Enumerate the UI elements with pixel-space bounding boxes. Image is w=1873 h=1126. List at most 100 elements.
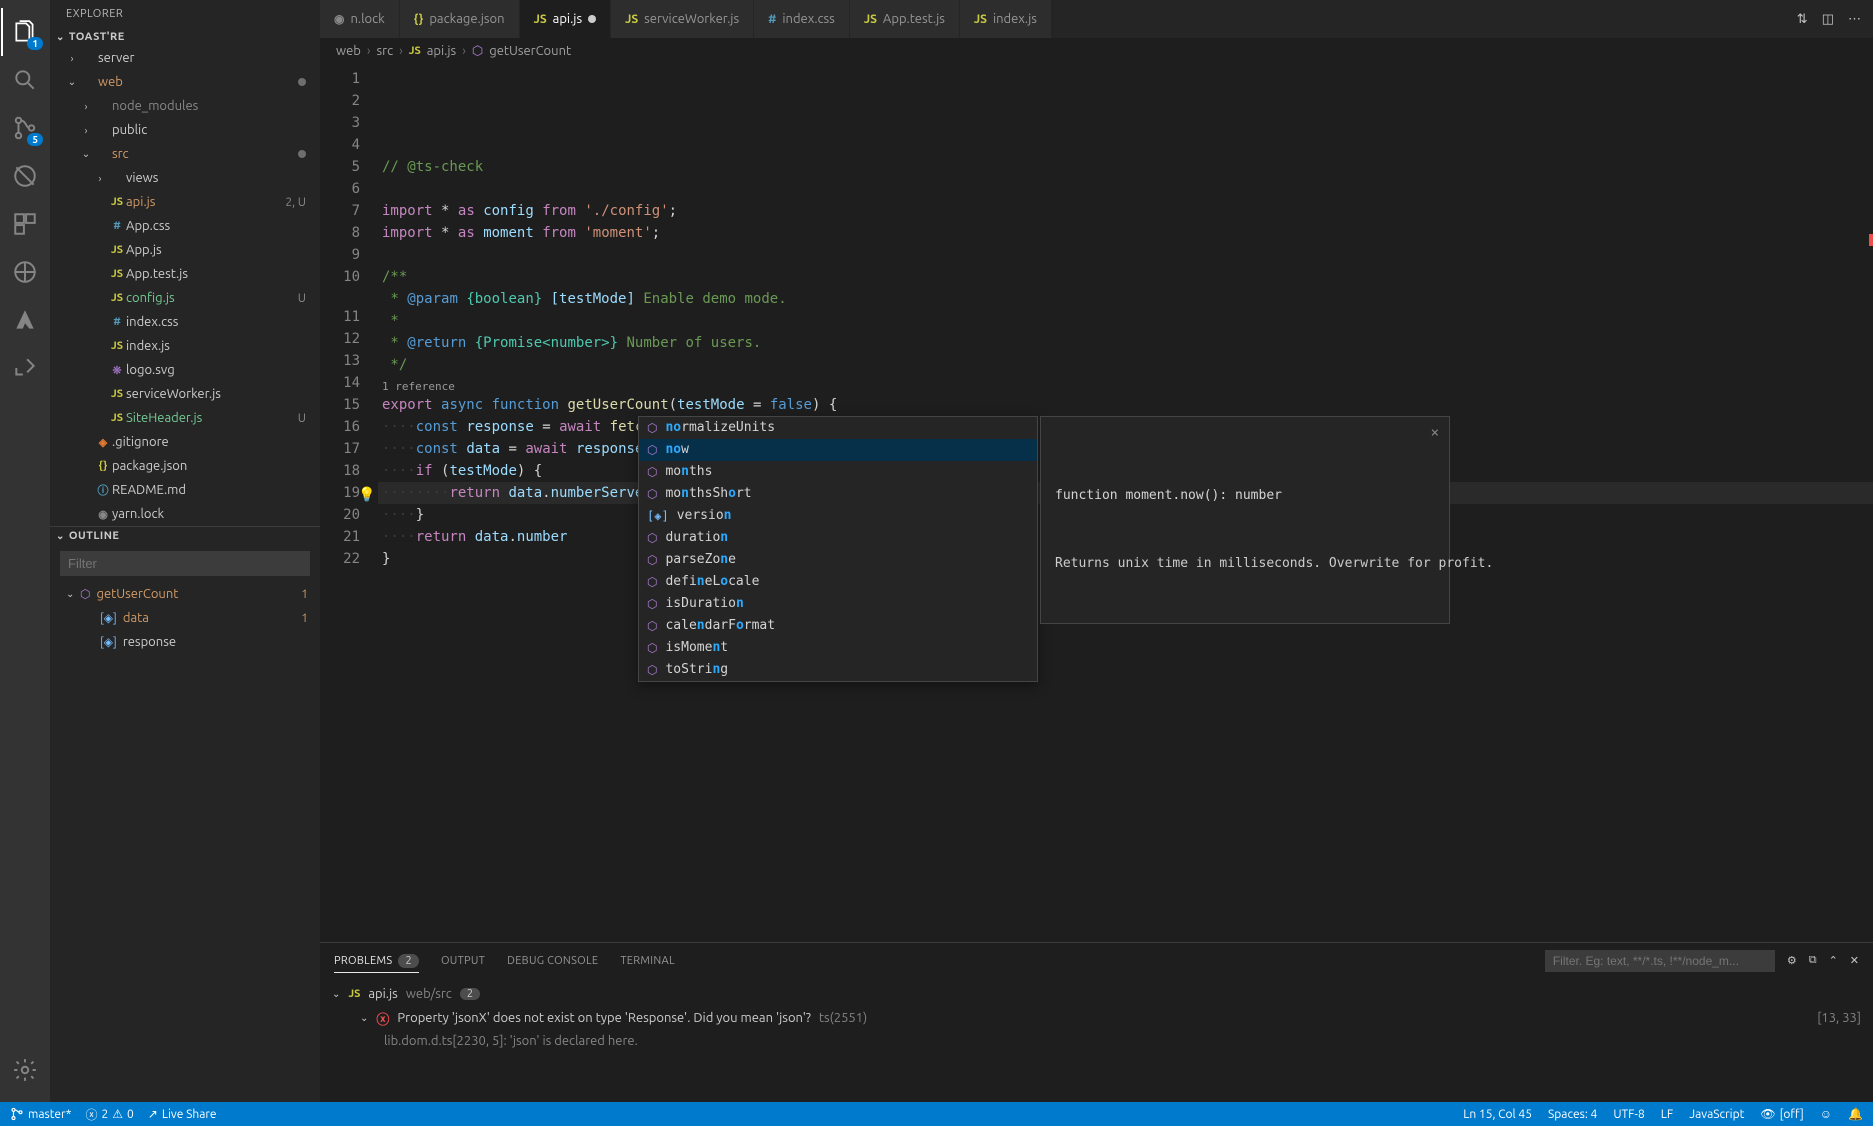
tree-row[interactable]: JSserviceWorker.js [50, 382, 320, 406]
status-encoding[interactable]: UTF-8 [1613, 1108, 1644, 1121]
tree-row[interactable]: JSApp.test.js [50, 262, 320, 286]
code-line[interactable]: /** [378, 266, 1873, 288]
status-ts-status[interactable]: 👁 [off] [1760, 1107, 1803, 1121]
line-number[interactable]: 10 [320, 266, 360, 288]
panel-tab[interactable]: PROBLEMS2 [334, 954, 419, 973]
more-actions-icon[interactable]: ⋯ [1848, 12, 1861, 27]
tree-row[interactable]: ›node_modules [50, 94, 320, 118]
line-number[interactable]: 5 [320, 156, 360, 178]
suggest-item[interactable]: ⬡normalizeUnits [639, 417, 1037, 439]
code-line[interactable] [378, 178, 1873, 200]
status-language[interactable]: JavaScript [1689, 1108, 1744, 1121]
status-liveshare[interactable]: ↗Live Share [148, 1107, 217, 1121]
project-header[interactable]: ⌄ TOAST'RE [50, 28, 320, 46]
code-line[interactable]: export async function getUserCount(testM… [378, 394, 1873, 416]
codelens[interactable]: 1 reference [378, 376, 1873, 394]
code-line[interactable]: */ [378, 354, 1873, 376]
line-number[interactable]: 4 [320, 134, 360, 156]
editor-tab[interactable]: {}package.json [400, 0, 520, 38]
lightbulb-icon[interactable]: 💡 [358, 484, 375, 506]
suggest-widget[interactable]: ⬡normalizeUnits⬡now⬡months⬡monthsShort[◈… [638, 416, 1038, 682]
tree-row[interactable]: ›views [50, 166, 320, 190]
tree-row[interactable]: JSconfig.jsU [50, 286, 320, 310]
suggest-item[interactable]: ⬡parseZone [639, 549, 1037, 571]
line-number[interactable]: 2 [320, 90, 360, 112]
tree-row[interactable]: #index.css [50, 310, 320, 334]
compare-changes-icon[interactable]: ⇅ [1797, 12, 1808, 27]
code-line[interactable]: * @param {boolean} [testMode] Enable dem… [378, 288, 1873, 310]
code-line[interactable]: import * as config from './config'; [378, 200, 1873, 222]
problems-filter-input[interactable] [1545, 950, 1775, 972]
tree-row[interactable]: ⌄src [50, 142, 320, 166]
breadcrumb-part[interactable]: web [336, 44, 361, 58]
activity-remote[interactable] [1, 248, 49, 296]
activity-search[interactable] [1, 56, 49, 104]
problem-item[interactable]: ⌄ ⓧ Property 'jsonX' does not exist on t… [332, 1006, 1861, 1030]
line-number[interactable]: 13 [320, 350, 360, 372]
status-notifications[interactable]: 🔔 [1848, 1107, 1863, 1121]
editor-tab[interactable]: ◉n.lock [320, 0, 400, 38]
status-indentation[interactable]: Spaces: 4 [1548, 1108, 1597, 1121]
panel-maximize-icon[interactable]: ⌃ [1829, 954, 1838, 967]
tree-row[interactable]: ⓘREADME.md [50, 478, 320, 502]
line-number[interactable]: 15 [320, 394, 360, 416]
line-number[interactable]: 17 [320, 438, 360, 460]
code-editor[interactable]: 12345678910 111213141516171819202122 // … [320, 64, 1873, 942]
line-number[interactable]: 7 [320, 200, 360, 222]
breadcrumbs[interactable]: web › src › JS api.js › ⬡ getUserCount [320, 38, 1873, 64]
status-eol[interactable]: LF [1661, 1108, 1673, 1121]
editor-tab[interactable]: #index.css [754, 0, 850, 38]
panel-tab[interactable]: DEBUG CONSOLE [507, 955, 598, 967]
outline-header[interactable]: ⌄ OUTLINE [50, 527, 320, 545]
line-number[interactable]: 9 [320, 244, 360, 266]
status-errors-warnings[interactable]: ⓧ2 ⚠0 [85, 1106, 133, 1123]
activity-debug[interactable] [1, 152, 49, 200]
tree-row[interactable]: ◉yarn.lock [50, 502, 320, 526]
panel-close-icon[interactable]: ✕ [1850, 954, 1859, 967]
suggest-item[interactable]: ⬡isDuration [639, 593, 1037, 615]
tree-row[interactable]: JSapi.js2, U [50, 190, 320, 214]
line-number[interactable]: 12 [320, 328, 360, 350]
close-icon[interactable]: × [1431, 423, 1439, 444]
tree-row[interactable]: JSSiteHeader.jsU [50, 406, 320, 430]
tree-row[interactable]: ›server [50, 46, 320, 70]
code-line[interactable]: * @return {Promise<number>} Number of us… [378, 332, 1873, 354]
tree-row[interactable]: #App.css [50, 214, 320, 238]
line-number[interactable]: 1 [320, 68, 360, 90]
suggest-item[interactable]: ⬡calendarFormat [639, 615, 1037, 637]
tree-row[interactable]: ⌄web [50, 70, 320, 94]
suggest-item[interactable]: ⬡isMoment [639, 637, 1037, 659]
breadcrumb-symbol[interactable]: getUserCount [489, 44, 571, 58]
activity-scm[interactable]: 5 [1, 104, 49, 152]
editor-tab[interactable]: JSApp.test.js [850, 0, 960, 38]
status-cursor-position[interactable]: Ln 15, Col 45 [1463, 1108, 1532, 1121]
tree-row[interactable]: ❊logo.svg [50, 358, 320, 382]
outline-item[interactable]: [◈]data1 [50, 606, 320, 630]
activity-explorer[interactable]: 1 [1, 8, 49, 56]
activity-extensions[interactable] [1, 200, 49, 248]
line-number[interactable]: 6 [320, 178, 360, 200]
activity-settings[interactable] [1, 1046, 49, 1094]
editor-tab[interactable]: JSapi.js [520, 0, 612, 38]
panel-tab[interactable]: TERMINAL [620, 955, 675, 967]
panel-tab[interactable]: OUTPUT [441, 955, 485, 967]
line-number[interactable]: 21 [320, 526, 360, 548]
collapse-all-icon[interactable]: ⧉ [1809, 954, 1817, 967]
suggest-item[interactable]: ⬡now [639, 439, 1037, 461]
line-number[interactable]: 18 [320, 460, 360, 482]
suggest-item[interactable]: ⬡toString [639, 659, 1037, 681]
line-number[interactable]: 14 [320, 372, 360, 394]
tree-row[interactable]: ›public [50, 118, 320, 142]
outline-item[interactable]: [◈]response [50, 630, 320, 654]
problem-related-info[interactable]: lib.dom.d.ts[2230, 5]: 'json' is declare… [332, 1030, 1861, 1052]
line-number[interactable]: 3 [320, 112, 360, 134]
suggest-item[interactable]: ⬡duration [639, 527, 1037, 549]
line-number[interactable]: 8 [320, 222, 360, 244]
activity-azure[interactable] [1, 296, 49, 344]
line-number[interactable]: 16 [320, 416, 360, 438]
status-branch[interactable]: master* [10, 1107, 71, 1121]
line-number[interactable]: 19 [320, 482, 360, 504]
suggest-item[interactable]: ⬡months [639, 461, 1037, 483]
editor-tab[interactable]: JSindex.js [960, 0, 1052, 38]
code-line[interactable]: * [378, 310, 1873, 332]
